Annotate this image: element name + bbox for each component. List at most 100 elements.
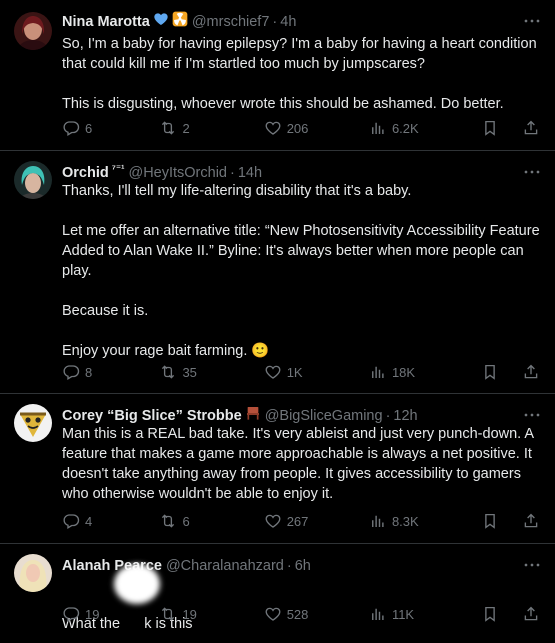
bookmark-icon bbox=[481, 363, 499, 381]
timestamp[interactable]: 6h bbox=[295, 556, 311, 576]
views-count: 18K bbox=[391, 364, 416, 380]
reply-count: 19 bbox=[85, 606, 100, 622]
tweet-nina-marotta[interactable]: Nina Marotta @mrschief7 · 4h So, I'm a b… bbox=[0, 0, 555, 151]
retweet-button[interactable]: 19 bbox=[159, 605, 263, 623]
avatar[interactable] bbox=[14, 12, 52, 50]
timestamp[interactable]: 14h bbox=[238, 163, 262, 183]
like-icon bbox=[264, 119, 282, 137]
action-bar: 19 19 528 11K bbox=[62, 604, 545, 624]
author-handle[interactable]: @BigSliceGaming bbox=[265, 406, 383, 426]
like-count: 1K bbox=[286, 364, 303, 380]
reply-icon bbox=[62, 119, 80, 137]
tweet-paragraph: Enjoy your rage bait farming. 🙂 bbox=[62, 343, 270, 359]
bookmark-button[interactable] bbox=[481, 119, 504, 137]
blue-heart-icon bbox=[153, 11, 169, 33]
like-count: 528 bbox=[286, 606, 309, 622]
action-bar: 4 6 267 8.3K bbox=[62, 511, 545, 531]
more-icon[interactable] bbox=[523, 408, 541, 422]
reply-count: 4 bbox=[85, 513, 93, 529]
retweet-button[interactable]: 6 bbox=[159, 512, 263, 530]
bookmark-button[interactable] bbox=[481, 512, 504, 530]
more-icon[interactable] bbox=[523, 14, 541, 28]
reply-button[interactable]: 4 bbox=[62, 512, 159, 530]
views-icon bbox=[369, 119, 387, 137]
author-handle[interactable]: @mrschief7 bbox=[192, 12, 270, 32]
action-bar: 8 35 1K 18K bbox=[62, 362, 545, 382]
share-button[interactable] bbox=[522, 119, 545, 137]
reply-button[interactable]: 8 bbox=[62, 363, 159, 381]
tweet-paragraph: Let me offer an alternative title: “New … bbox=[62, 223, 540, 279]
tweet-paragraph: Thanks, I'll tell my life-altering disab… bbox=[62, 183, 412, 199]
tweet-text: Thanks, I'll tell my life-altering disab… bbox=[62, 181, 543, 361]
retweet-icon bbox=[159, 363, 177, 381]
bookmark-button[interactable] bbox=[481, 363, 504, 381]
reply-button[interactable]: 19 bbox=[62, 605, 159, 623]
share-icon bbox=[522, 512, 540, 530]
tweet-text: Man this is a REAL bad take. It's very a… bbox=[62, 424, 543, 504]
retweet-icon bbox=[159, 119, 177, 137]
share-icon bbox=[522, 605, 540, 623]
tweet-header: Orchid ⁷⁼¹ @HeyItsOrchid · 14h bbox=[62, 163, 515, 183]
avatar[interactable] bbox=[14, 554, 52, 592]
views-button[interactable]: 6.2K bbox=[369, 119, 481, 137]
more-icon[interactable] bbox=[523, 165, 541, 179]
share-button[interactable] bbox=[522, 605, 545, 623]
views-count: 11K bbox=[391, 606, 415, 622]
views-icon bbox=[369, 605, 387, 623]
retweet-button[interactable]: 2 bbox=[159, 119, 263, 137]
retweet-count: 6 bbox=[182, 513, 190, 529]
timestamp[interactable]: 12h bbox=[393, 406, 417, 426]
reply-count: 8 bbox=[85, 364, 93, 380]
reply-count: 6 bbox=[85, 120, 93, 136]
tweet-paragraph: Because it is. bbox=[62, 303, 149, 319]
tweet-paragraph: So, I'm a baby for having epilepsy? I'm … bbox=[62, 36, 537, 72]
action-bar: 6 2 206 6.2K bbox=[62, 118, 545, 138]
tweet-alanah-pearce[interactable]: Alanah Pearce @Charalanahzard · 6h What … bbox=[0, 544, 555, 643]
views-icon bbox=[369, 512, 387, 530]
like-icon bbox=[264, 363, 282, 381]
separator: · bbox=[230, 165, 235, 181]
views-icon bbox=[369, 363, 387, 381]
like-button[interactable]: 528 bbox=[264, 605, 369, 623]
separator: · bbox=[385, 408, 391, 424]
share-button[interactable] bbox=[522, 512, 545, 530]
retweet-count: 35 bbox=[182, 364, 197, 380]
views-button[interactable]: 8.3K bbox=[369, 512, 481, 530]
like-icon bbox=[264, 512, 282, 530]
retweet-icon bbox=[159, 512, 177, 530]
avatar[interactable] bbox=[14, 404, 52, 442]
reply-icon bbox=[62, 512, 80, 530]
author-name[interactable]: Orchid bbox=[62, 163, 109, 183]
views-count: 8.3K bbox=[391, 513, 419, 529]
bookmark-icon bbox=[481, 512, 499, 530]
reply-button[interactable]: 6 bbox=[62, 119, 159, 137]
tweet-header: Nina Marotta @mrschief7 · 4h bbox=[62, 11, 515, 33]
like-button[interactable]: 1K bbox=[264, 363, 369, 381]
views-button[interactable]: 18K bbox=[369, 363, 481, 381]
author-name[interactable]: Nina Marotta bbox=[62, 12, 150, 32]
tweet-orchid[interactable]: Orchid ⁷⁼¹ @HeyItsOrchid · 14h Thanks, I… bbox=[0, 151, 555, 394]
more-icon[interactable] bbox=[523, 558, 541, 572]
bookmark-icon bbox=[481, 605, 499, 623]
author-handle[interactable]: @HeyItsOrchid bbox=[128, 163, 227, 183]
views-count: 6.2K bbox=[391, 120, 419, 136]
views-button[interactable]: 11K bbox=[369, 605, 481, 623]
reply-icon bbox=[62, 363, 80, 381]
tweet-text: So, I'm a baby for having epilepsy? I'm … bbox=[62, 34, 543, 114]
timestamp[interactable]: 4h bbox=[280, 12, 296, 32]
bookmark-button[interactable] bbox=[481, 605, 504, 623]
avatar[interactable] bbox=[14, 161, 52, 199]
author-name-suffix: ⁷⁼¹ bbox=[111, 164, 125, 175]
like-button[interactable]: 206 bbox=[264, 119, 369, 137]
tweet-corey-strobbe[interactable]: Corey “Big Slice” Strobbe @BigSliceGamin… bbox=[0, 394, 555, 544]
separator: · bbox=[272, 14, 278, 30]
reply-icon bbox=[62, 605, 80, 623]
like-button[interactable]: 267 bbox=[264, 512, 369, 530]
censor-blur bbox=[114, 564, 160, 604]
share-button[interactable] bbox=[522, 363, 545, 381]
bookmark-icon bbox=[481, 119, 499, 137]
author-handle[interactable]: @Charalanahzard bbox=[166, 556, 284, 576]
author-name[interactable]: Corey “Big Slice” Strobbe bbox=[62, 406, 242, 426]
retweet-count: 2 bbox=[182, 120, 190, 136]
retweet-button[interactable]: 35 bbox=[159, 363, 263, 381]
